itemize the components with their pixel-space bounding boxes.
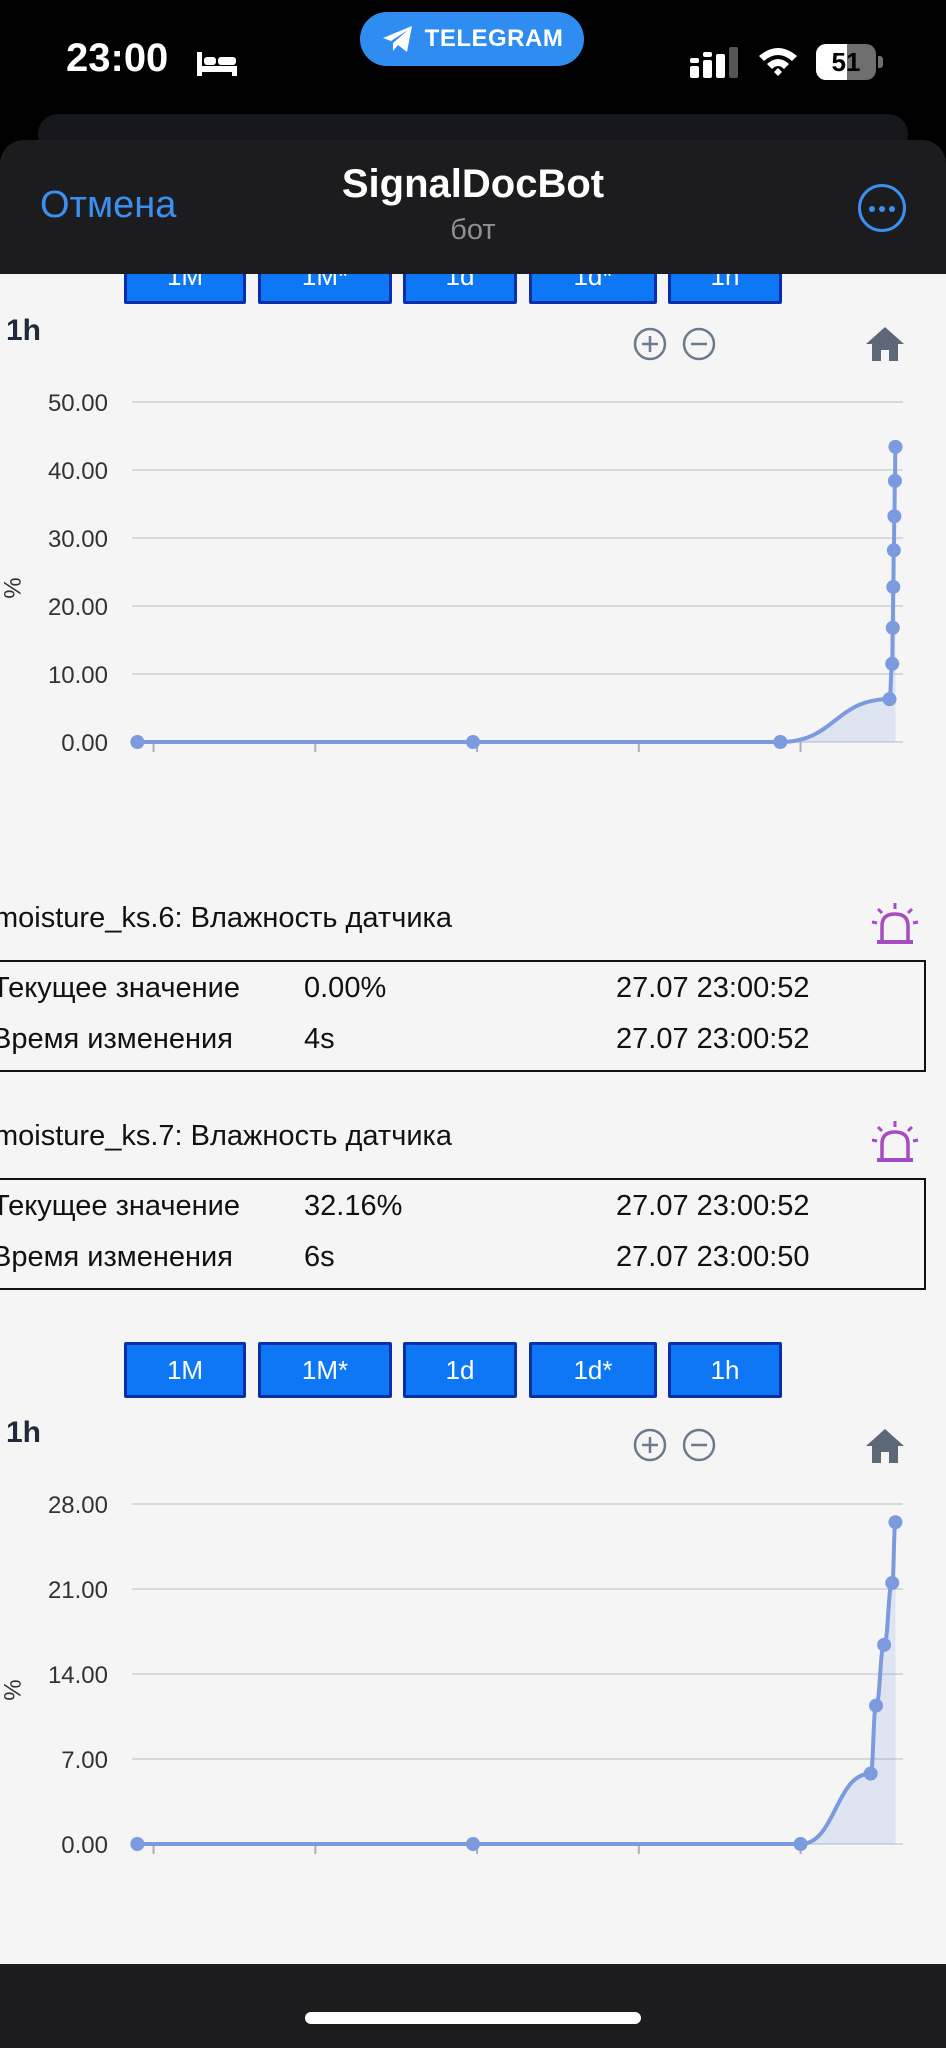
y-tick-label: 28.00	[48, 1492, 108, 1519]
info-row: Текущее значение 32.16% 27.07 23:00:52	[0, 1182, 928, 1232]
y-tick-label: 20.00	[48, 594, 108, 621]
alarm-icon[interactable]	[870, 1120, 920, 1166]
telegram-pill-label: TELEGRAM	[424, 25, 564, 52]
sensor-info-table: Текущее значение 32.16% 27.07 23:00:52 В…	[0, 1178, 926, 1290]
range-button-1d[interactable]: 1d	[403, 1342, 517, 1398]
zoom-out-icon[interactable]	[682, 1428, 716, 1462]
info-label: Текущее значение	[0, 1190, 240, 1222]
battery-icon: 51	[816, 44, 884, 80]
bed-icon	[197, 52, 237, 76]
sensor-title: moisture_ks.7: Влажность датчика	[0, 1120, 452, 1152]
chart-period-label: 1h	[6, 314, 42, 347]
zoom-in-icon[interactable]	[633, 327, 667, 361]
webapp-header: Отмена SignalDocBot бот	[0, 140, 946, 274]
series-area	[137, 446, 896, 742]
y-axis-label: %	[0, 577, 25, 598]
info-row: Время изменения 4s 27.07 23:00:52	[0, 1015, 928, 1065]
info-timestamp: 27.07 23:00:52	[616, 972, 810, 1004]
series-line	[137, 444, 898, 745]
sensor-info-table: Текущее значение 0.00% 27.07 23:00:52 Вр…	[0, 960, 926, 1072]
data-point[interactable]	[130, 735, 145, 749]
data-point[interactable]	[793, 1837, 808, 1851]
telegram-icon	[382, 26, 412, 52]
data-point[interactable]	[869, 1698, 884, 1713]
data-point[interactable]	[888, 439, 903, 454]
cellular-signal-icon	[690, 47, 738, 78]
info-value: 0.00%	[304, 972, 387, 1004]
range-button-1m[interactable]: 1M	[124, 1342, 246, 1398]
y-tick-label: 0.00	[61, 730, 108, 757]
alarm-icon[interactable]	[870, 902, 920, 948]
range-button-1d[interactable]: 1d	[403, 274, 517, 304]
sensor-title: moisture_ks.6: Влажность датчика	[0, 902, 452, 934]
range-button-1m-star[interactable]: 1M*	[258, 274, 392, 304]
chart-period-label: 1h	[6, 1416, 42, 1449]
chart-moisture-ks6: 50.0040.0030.0020.0010.000.00%22:1522:25…	[0, 390, 903, 757]
data-point[interactable]	[863, 1766, 878, 1781]
more-icon[interactable]	[858, 184, 906, 232]
info-row: Текущее значение 0.00% 27.07 23:00:52	[0, 964, 928, 1014]
data-point[interactable]	[877, 1637, 892, 1652]
data-point[interactable]	[466, 735, 481, 749]
range-button-1d-star[interactable]: 1d*	[529, 274, 657, 304]
zoom-out-icon[interactable]	[682, 327, 716, 361]
y-tick-label: 30.00	[48, 526, 108, 553]
data-point[interactable]	[887, 473, 902, 488]
data-point[interactable]	[885, 656, 900, 671]
info-timestamp: 27.07 23:00:52	[616, 1190, 810, 1222]
y-tick-label: 21.00	[48, 1577, 108, 1604]
chart-moisture-ks7: 28.0021.0014.007.000.00%22:1522:2522:352…	[0, 1492, 903, 1859]
data-point[interactable]	[886, 579, 901, 594]
range-button-1m-star[interactable]: 1M*	[258, 1342, 392, 1398]
info-timestamp: 27.07 23:00:52	[616, 1023, 810, 1055]
home-indicator[interactable]	[305, 2012, 641, 2024]
zoom-in-icon[interactable]	[633, 1428, 667, 1462]
series-line	[137, 1520, 898, 1846]
data-point[interactable]	[466, 1837, 481, 1851]
y-axis-label: %	[0, 1679, 25, 1700]
data-point[interactable]	[130, 1837, 145, 1851]
data-point[interactable]	[887, 509, 902, 524]
range-button-1h[interactable]: 1h	[668, 1342, 782, 1398]
data-point[interactable]	[885, 620, 900, 635]
info-value: 6s	[304, 1241, 335, 1273]
range-button-1m[interactable]: 1M	[124, 274, 246, 304]
bot-subtitle: бот	[450, 214, 496, 246]
data-point[interactable]	[773, 735, 788, 749]
bot-content: 1M 1M* 1d 1d* 1h 1h 50.00 40.00 30.00 20.00 10.0…	[0, 274, 946, 1964]
status-bar: 23:00 TELEGRAM 51	[0, 0, 946, 154]
wifi-icon	[759, 48, 797, 76]
series-area	[137, 1522, 896, 1844]
info-label: Текущее значение	[0, 972, 240, 1004]
y-tick-label: 14.00	[48, 1662, 108, 1689]
y-tick-label: 7.00	[61, 1747, 108, 1774]
reset-zoom-home-icon[interactable]	[864, 1426, 906, 1466]
range-button-1h[interactable]: 1h	[668, 274, 782, 304]
info-row: Время изменения 6s 27.07 23:00:50	[0, 1233, 928, 1283]
battery-level: 51	[831, 47, 861, 77]
data-point[interactable]	[885, 1575, 900, 1590]
range-button-1d-star[interactable]: 1d*	[529, 1342, 657, 1398]
data-point[interactable]	[882, 692, 897, 707]
info-value: 4s	[304, 1023, 335, 1055]
y-tick-label: 10.00	[48, 662, 108, 689]
y-tick-label: 40.00	[48, 458, 108, 485]
data-point[interactable]	[888, 1515, 903, 1530]
info-label: Время изменения	[0, 1241, 233, 1273]
clock: 23:00	[66, 36, 169, 80]
bot-title: SignalDocBot	[341, 162, 605, 206]
data-point[interactable]	[886, 543, 901, 558]
info-timestamp: 27.07 23:00:50	[616, 1241, 810, 1273]
reset-zoom-home-icon[interactable]	[864, 324, 906, 364]
info-label: Время изменения	[0, 1023, 233, 1055]
bottom-bar	[0, 1964, 946, 2048]
telegram-pill[interactable]: TELEGRAM	[360, 12, 584, 66]
y-tick-label: 0.00	[61, 1832, 108, 1859]
y-tick-label: 50.00	[48, 390, 108, 417]
info-value: 32.16%	[304, 1190, 403, 1222]
